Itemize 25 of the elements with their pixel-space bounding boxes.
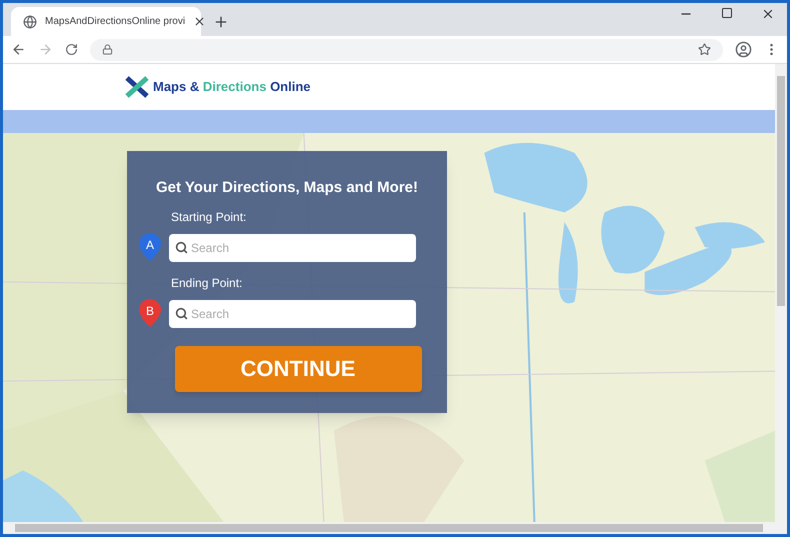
pin-marker: A [139,232,161,260]
search-field[interactable]: Search [169,234,416,262]
logo-icon [125,76,149,98]
close-tab-icon[interactable] [193,15,206,28]
globe-icon [23,14,37,28]
panel-heading: Get Your Directions, Maps and More! [156,178,418,198]
lock-icon [102,44,113,55]
field-label: Starting Point: [171,208,248,226]
search-icon [175,240,188,254]
search-field[interactable]: Search [169,300,416,328]
horizontal-scrollbar[interactable] [15,524,763,532]
new-tab-icon[interactable] [213,14,229,30]
close-icon[interactable] [761,7,775,21]
pin-marker: B [139,298,161,326]
profile-icon[interactable] [735,41,752,58]
maximize-icon[interactable] [721,7,733,19]
field-label: Ending Point: [171,274,244,292]
browser-tab[interactable]: MapsAndDirectionsOnline provi [11,7,201,36]
back-icon[interactable] [11,42,26,57]
logo-text: Maps & Directions Online [153,78,311,96]
reload-icon[interactable] [65,43,78,56]
tab-title: MapsAndDirectionsOnline provi [45,15,186,29]
bookmark-star-icon[interactable] [698,43,711,56]
vertical-scrollbar[interactable] [777,76,785,306]
search-icon [175,306,188,320]
